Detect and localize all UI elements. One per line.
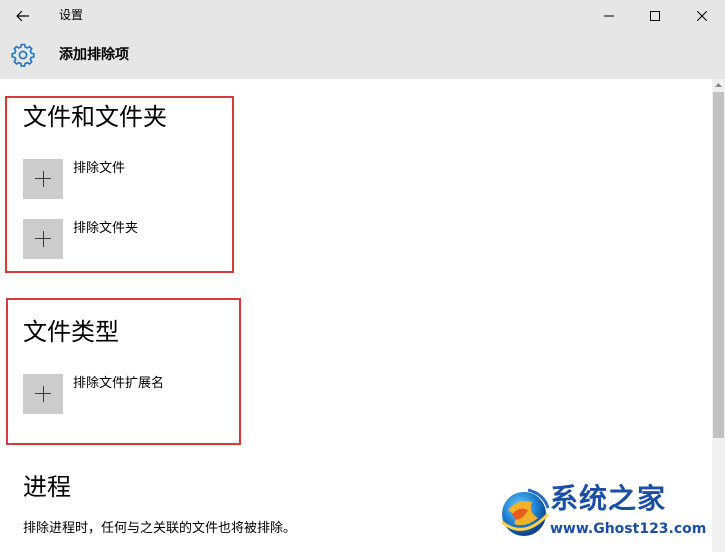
globe-logo-icon <box>501 488 550 536</box>
section-heading-processes: 进程 <box>23 473 71 501</box>
watermark: 系统之家 www.Ghost123.com <box>498 482 716 548</box>
minimize-button[interactable] <box>586 0 632 32</box>
highlight-box-files-folders <box>5 96 234 273</box>
highlight-box-file-types <box>6 298 241 445</box>
arrow-left-icon <box>16 10 29 22</box>
page-title: 添加排除项 <box>59 47 129 63</box>
gear-icon <box>11 43 35 67</box>
watermark-title: 系统之家 <box>550 482 667 515</box>
back-button[interactable] <box>0 0 46 32</box>
maximize-icon <box>650 11 660 21</box>
page-header: 添加排除项 <box>0 32 725 79</box>
close-icon <box>697 11 707 21</box>
settings-window: 设置 添加排除项 文件和文件夹 排除文件 排除文件夹 文件类型 排除文件扩展名 … <box>0 0 725 552</box>
window-title: 设置 <box>59 8 84 22</box>
maximize-button[interactable] <box>632 0 678 32</box>
title-bar: 设置 <box>0 0 725 32</box>
minimize-icon <box>604 15 614 17</box>
watermark-url: www.Ghost123.com <box>550 521 707 537</box>
processes-description: 排除进程时，任何与之关联的文件也将被排除。 <box>23 521 297 536</box>
close-button[interactable] <box>679 0 725 32</box>
scrollbar-thumb[interactable] <box>713 92 724 438</box>
scroll-up-arrow-icon[interactable] <box>712 79 725 91</box>
